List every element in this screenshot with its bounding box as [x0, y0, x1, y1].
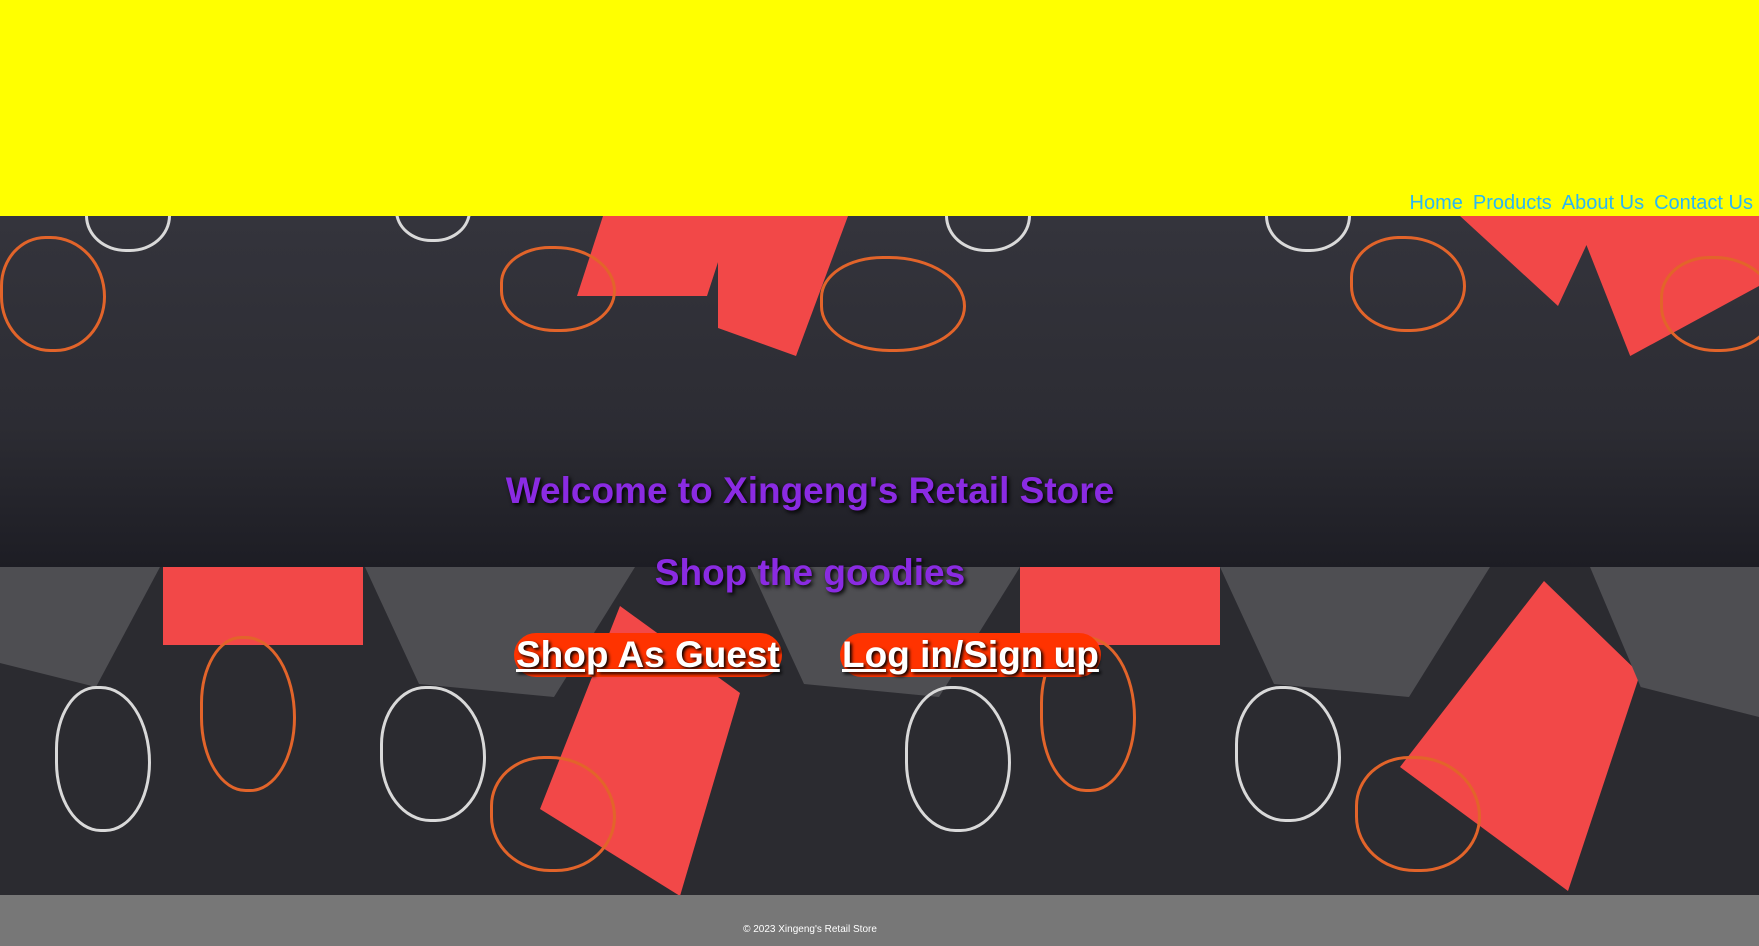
shop-as-guest-button[interactable]: Shop As Guest	[514, 633, 782, 677]
nav-products-link[interactable]: Products	[1473, 191, 1552, 215]
login-signup-button[interactable]: Log in/Sign up	[840, 633, 1101, 677]
site-header: Home Products About Us Contact Us	[0, 0, 1759, 216]
nav-contact-link[interactable]: Contact Us	[1654, 191, 1753, 215]
hero-content: Welcome to Xingeng's Retail Store Shop t…	[0, 216, 1620, 895]
copyright-text: © 2023 Xingeng's Retail Store	[743, 924, 877, 935]
site-footer: © 2023 Xingeng's Retail Store	[0, 895, 1759, 946]
main-nav: Home Products About Us Contact Us	[1410, 191, 1754, 215]
hero-section: Welcome to Xingeng's Retail Store Shop t…	[0, 216, 1759, 895]
nav-about-link[interactable]: About Us	[1562, 191, 1644, 215]
welcome-heading: Welcome to Xingeng's Retail Store	[505, 470, 1115, 511]
tagline-heading: Shop the goodies	[654, 552, 966, 593]
nav-home-link[interactable]: Home	[1410, 191, 1463, 215]
bag-handle-image	[1660, 256, 1759, 352]
